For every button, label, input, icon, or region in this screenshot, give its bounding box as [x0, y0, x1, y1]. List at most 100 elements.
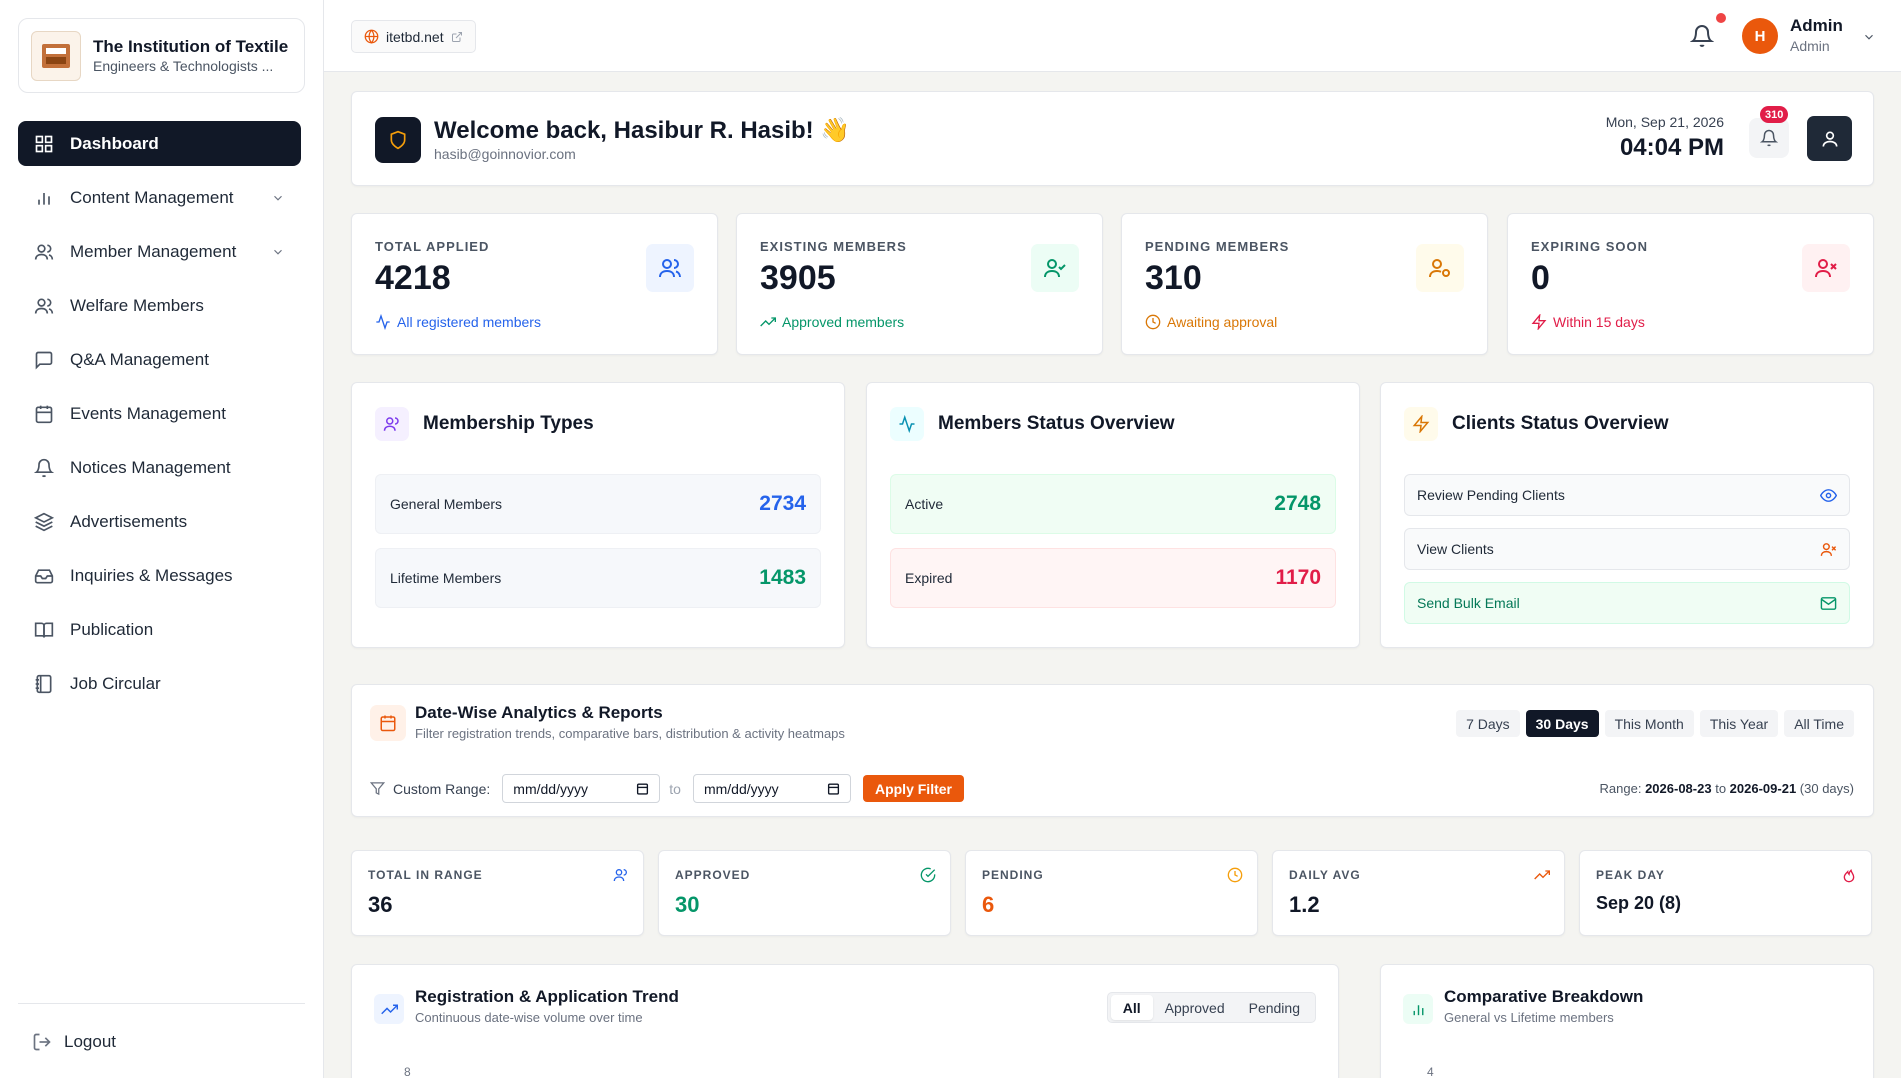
sidebar-item-qa-management[interactable]: Q&A Management [18, 337, 301, 382]
breakdown-title: Comparative Breakdown [1444, 987, 1644, 1006]
notifications-button[interactable] [1749, 118, 1789, 158]
user-icon [1822, 131, 1837, 147]
tab-approved[interactable]: Approved [1153, 995, 1237, 1020]
active-row: Active 2748 [890, 474, 1336, 534]
general-members-row: General Members 2734 [375, 474, 821, 534]
range-this-month[interactable]: This Month [1604, 710, 1694, 737]
y-axis-top-label: 4 [1427, 1065, 1434, 1078]
mini-stat-value: Sep 20 (8) [1596, 893, 1682, 913]
range-30-days[interactable]: 30 Days [1525, 710, 1599, 737]
sidebar-item-welfare-members[interactable]: Welfare Members [18, 283, 301, 328]
logout-button[interactable]: Logout [18, 1022, 305, 1062]
stat-value: 0 [1531, 259, 1550, 297]
view-clients-button[interactable]: View Clients [1404, 528, 1850, 570]
range-info: Range: 2026-08-23 to 2026-09-21 (30 days… [1600, 781, 1854, 796]
sidebar-item-label: Member Management [70, 241, 237, 261]
expired-row: Expired 1170 [890, 548, 1336, 608]
range-days: (30 days) [1799, 781, 1854, 796]
sidebar-item-label: Events Management [70, 403, 226, 423]
sidebar: The Institution of Textile Engineers & T… [0, 0, 324, 1078]
sidebar-footer: Logout [18, 1003, 305, 1062]
custom-range-label: Custom Range: [393, 780, 491, 797]
activity-icon [890, 407, 924, 441]
send-bulk-email-button[interactable]: Send Bulk Email [1404, 582, 1850, 624]
range-to: to [1715, 781, 1727, 796]
stat-label: PENDING MEMBERS [1145, 239, 1290, 254]
sidebar-item-label: Welfare Members [70, 295, 204, 315]
chevron-down-icon[interactable] [1862, 30, 1876, 44]
activity-icon [376, 314, 390, 330]
lifetime-members-row: Lifetime Members 1483 [375, 548, 821, 608]
notification-dot [1716, 13, 1726, 23]
calendar-icon [827, 783, 840, 795]
sidebar-item-inquiries-messages[interactable]: Inquiries & Messages [18, 553, 301, 598]
site-link[interactable]: itetbd.net [351, 20, 476, 53]
review-pending-clients-button[interactable]: Review Pending Clients [1404, 474, 1850, 516]
external-link-icon [451, 31, 462, 42]
welcome-card: Welcome back, Hasibur R. Hasib! 👋 hasib@… [351, 91, 1874, 186]
sidebar-item-content-management[interactable]: Content Management [18, 175, 301, 220]
range-7-days[interactable]: 7 Days [1456, 710, 1520, 737]
date-placeholder: mm/dd/yyyy [513, 780, 588, 797]
trend-tabs: All Approved Pending [1106, 992, 1316, 1023]
action-label: Review Pending Clients [1417, 487, 1565, 503]
notification-count-badge: 310 [1760, 106, 1789, 123]
sidebar-item-events-management[interactable]: Events Management [18, 391, 301, 436]
brand-title: The Institution of Textile [93, 37, 289, 56]
user-check-icon [1031, 244, 1079, 292]
sidebar-item-label: Publication [70, 619, 154, 639]
sidebar-item-member-management[interactable]: Member Management [18, 229, 301, 274]
analytics-title: Date-Wise Analytics & Reports [415, 703, 663, 722]
users-icon [34, 298, 54, 314]
members-status-card: Members Status Overview Active 2748 Expi… [866, 382, 1360, 648]
profile-button[interactable] [1807, 116, 1852, 161]
stat-note: Within 15 days [1531, 314, 1645, 330]
zap-icon [1531, 314, 1547, 330]
range-all-time[interactable]: All Time [1784, 710, 1854, 737]
start-date-input[interactable]: mm/dd/yyyy [502, 774, 661, 803]
stat-card-expiring-soon[interactable]: EXPIRING SOON 0 Within 15 days [1507, 213, 1874, 355]
logout-label: Logout [64, 1032, 116, 1051]
check-circle-icon [920, 867, 936, 883]
site-link-label: itetbd.net [386, 28, 444, 45]
stat-card-total-applied[interactable]: TOTAL APPLIED 4218 All registered member… [351, 213, 718, 355]
sidebar-item-advertisements[interactable]: Advertisements [18, 499, 301, 544]
sidebar-item-dashboard[interactable]: Dashboard [18, 121, 301, 166]
sidebar-item-notices-management[interactable]: Notices Management [18, 445, 301, 490]
layers-icon [34, 512, 54, 531]
brand[interactable]: The Institution of Textile Engineers & T… [18, 18, 305, 93]
sidebar-item-publication[interactable]: Publication [18, 607, 301, 652]
user-cog-icon [1416, 244, 1464, 292]
mini-stat-peak-day: PEAK DAY Sep 20 (8) [1579, 850, 1872, 936]
breakdown-subtitle: General vs Lifetime members [1444, 1010, 1614, 1025]
stat-card-pending-members[interactable]: PENDING MEMBERS 310 Awaiting approval [1121, 213, 1488, 355]
chevron-down-icon [274, 195, 282, 201]
user-x-icon [1802, 244, 1850, 292]
membership-types-card: Membership Types General Members 2734 Li… [351, 382, 845, 648]
mini-stat-label: TOTAL IN RANGE [368, 868, 483, 882]
stat-note: Awaiting approval [1145, 314, 1277, 330]
globe-icon [364, 29, 379, 44]
row-label: Active [905, 496, 944, 512]
card-title: Clients Status Overview [1452, 413, 1669, 434]
row-label: General Members [390, 496, 503, 512]
end-date-input[interactable]: mm/dd/yyyy [692, 774, 851, 803]
tab-pending[interactable]: Pending [1237, 995, 1312, 1020]
sidebar-item-label: Q&A Management [70, 349, 209, 369]
trend-title: Registration & Application Trend [415, 987, 679, 1006]
avatar[interactable]: H [1742, 18, 1778, 54]
brand-subtitle: Engineers & Technologists ... [93, 58, 274, 74]
current-time: 04:04 PM [1619, 134, 1724, 161]
sidebar-item-job-circular[interactable]: Job Circular [18, 661, 301, 706]
notification-bell-icon[interactable] [1690, 24, 1714, 48]
topbar: itetbd.net H Admin Admin [324, 0, 1901, 72]
analytics-subtitle: Filter registration trends, comparative … [415, 726, 845, 741]
stat-card-existing-members[interactable]: EXISTING MEMBERS 3905 Approved members [736, 213, 1103, 355]
apply-filter-button[interactable]: Apply Filter [862, 775, 964, 802]
range-this-year[interactable]: This Year [1699, 710, 1779, 737]
stat-label: EXISTING MEMBERS [760, 239, 907, 254]
user-name[interactable]: Admin [1790, 16, 1843, 36]
welcome-title: Welcome back, Hasibur R. Hasib! 👋 [434, 117, 851, 144]
clients-status-card: Clients Status Overview Review Pending C… [1380, 382, 1874, 648]
tab-all[interactable]: All [1110, 995, 1153, 1020]
